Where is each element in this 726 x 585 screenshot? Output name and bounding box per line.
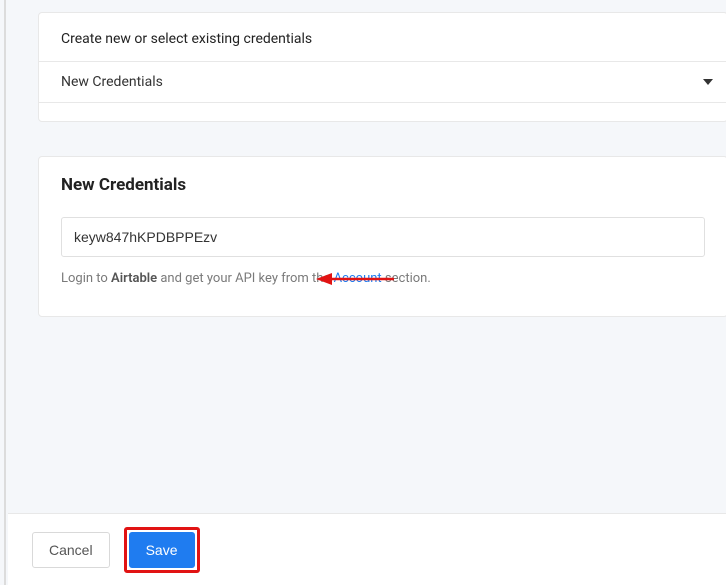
cancel-button[interactable]: Cancel bbox=[32, 532, 110, 568]
helper-text: Login to Airtable and get your API key f… bbox=[61, 271, 705, 286]
save-highlight-box: Save bbox=[124, 527, 200, 573]
chevron-down-icon bbox=[703, 79, 713, 85]
credentials-select-card: Create new or select existing credential… bbox=[38, 12, 726, 122]
footer-bar: Cancel Save bbox=[8, 513, 726, 585]
new-credentials-card: New Credentials Login to Airtable and ge… bbox=[38, 156, 726, 317]
credentials-select[interactable]: New Credentials bbox=[39, 61, 726, 103]
left-edge-divider bbox=[4, 0, 6, 585]
credentials-title: New Credentials bbox=[61, 175, 705, 195]
main-content: Create new or select existing credential… bbox=[8, 0, 726, 505]
credentials-select-value: New Credentials bbox=[61, 74, 163, 90]
helper-airtable: Airtable bbox=[111, 271, 157, 286]
select-label: Create new or select existing credential… bbox=[61, 31, 705, 47]
api-key-input[interactable] bbox=[61, 217, 705, 257]
save-button[interactable]: Save bbox=[129, 532, 195, 568]
helper-prefix: Login to bbox=[61, 271, 111, 286]
helper-suffix: section. bbox=[382, 271, 431, 286]
helper-mid: and get your API key from the bbox=[157, 271, 333, 286]
account-link[interactable]: Account bbox=[334, 271, 382, 286]
